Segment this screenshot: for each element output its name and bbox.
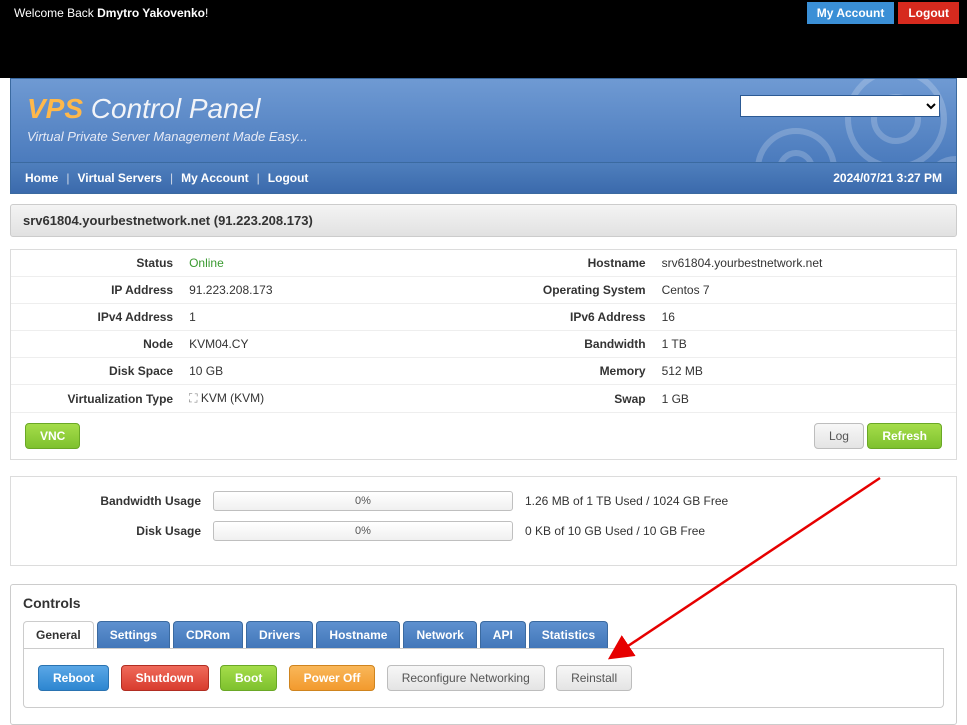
tab-body-general: Reboot Shutdown Boot Power Off Reconfigu… bbox=[23, 649, 944, 708]
value-ipv4: 1 bbox=[181, 304, 483, 331]
server-select-dropdown[interactable] bbox=[740, 95, 940, 117]
nav-sep: | bbox=[257, 171, 260, 185]
tab-network[interactable]: Network bbox=[403, 621, 476, 648]
label-ipv6: IPv6 Address bbox=[483, 304, 653, 331]
label-node: Node bbox=[11, 331, 181, 358]
reinstall-button[interactable]: Reinstall bbox=[556, 665, 632, 691]
value-bandwidth: 1 TB bbox=[654, 331, 956, 358]
navbar-links: Home | Virtual Servers | My Account | Lo… bbox=[25, 171, 308, 185]
action-row: VNC Log Refresh bbox=[11, 413, 956, 459]
tabs-bar: General Settings CDRom Drivers Hostname … bbox=[23, 621, 944, 649]
nav-my-account[interactable]: My Account bbox=[181, 171, 249, 185]
bandwidth-usage-percent: 0% bbox=[214, 492, 512, 510]
label-status: Status bbox=[11, 250, 181, 277]
reconfigure-networking-button[interactable]: Reconfigure Networking bbox=[387, 665, 545, 691]
usage-panel: Bandwidth Usage 0% 1.26 MB of 1 TB Used … bbox=[10, 476, 957, 566]
nav-logout[interactable]: Logout bbox=[268, 171, 309, 185]
user-name: Dmytro Yakovenko bbox=[97, 6, 205, 20]
datetime-display: 2024/07/21 3:27 PM bbox=[833, 171, 942, 185]
label-ipv4: IPv4 Address bbox=[11, 304, 181, 331]
tab-hostname[interactable]: Hostname bbox=[316, 621, 400, 648]
bandwidth-usage-bar: 0% bbox=[213, 491, 513, 511]
server-title-bar: srv61804.yourbestnetwork.net (91.223.208… bbox=[10, 204, 957, 237]
topbar-actions: My Account Logout bbox=[807, 2, 959, 24]
disk-usage-text: 0 KB of 10 GB Used / 10 GB Free bbox=[525, 524, 705, 538]
server-info-table: Status Online Hostname srv61804.yourbest… bbox=[11, 250, 956, 413]
label-hostname: Hostname bbox=[483, 250, 653, 277]
bandwidth-usage-label: Bandwidth Usage bbox=[21, 494, 201, 508]
title-vps: VPS bbox=[27, 93, 83, 124]
refresh-button[interactable]: Refresh bbox=[867, 423, 942, 449]
value-hostname: srv61804.yourbestnetwork.net bbox=[654, 250, 956, 277]
gear-decoration bbox=[666, 78, 957, 163]
value-virt-text: KVM (KVM) bbox=[201, 391, 264, 405]
label-bandwidth: Bandwidth bbox=[483, 331, 653, 358]
value-diskspace: 10 GB bbox=[181, 358, 483, 385]
bandwidth-usage-row: Bandwidth Usage 0% 1.26 MB of 1 TB Used … bbox=[21, 491, 946, 511]
tab-statistics[interactable]: Statistics bbox=[529, 621, 608, 648]
black-band bbox=[0, 26, 967, 78]
value-memory: 512 MB bbox=[654, 358, 956, 385]
value-virt: ⛶ KVM (KVM) bbox=[181, 385, 483, 413]
label-virt: Virtualization Type bbox=[11, 385, 181, 413]
tab-drivers[interactable]: Drivers bbox=[246, 621, 313, 648]
label-swap: Swap bbox=[483, 385, 653, 413]
nav-sep: | bbox=[66, 171, 69, 185]
label-os: Operating System bbox=[483, 277, 653, 304]
nav-sep: | bbox=[170, 171, 173, 185]
controls-panel: Controls General Settings CDRom Drivers … bbox=[10, 584, 957, 725]
boot-button[interactable]: Boot bbox=[220, 665, 277, 691]
shutdown-button[interactable]: Shutdown bbox=[121, 665, 209, 691]
exclaim: ! bbox=[205, 6, 208, 20]
value-node: KVM04.CY bbox=[181, 331, 483, 358]
value-ipv6: 16 bbox=[654, 304, 956, 331]
title-rest: Control Panel bbox=[83, 93, 260, 124]
tab-api[interactable]: API bbox=[480, 621, 526, 648]
nav-home[interactable]: Home bbox=[25, 171, 58, 185]
disk-usage-row: Disk Usage 0% 0 KB of 10 GB Used / 10 GB… bbox=[21, 521, 946, 541]
label-diskspace: Disk Space bbox=[11, 358, 181, 385]
label-ip: IP Address bbox=[11, 277, 181, 304]
topbar: Welcome Back Dmytro Yakovenko! My Accoun… bbox=[0, 0, 967, 26]
navbar: Home | Virtual Servers | My Account | Lo… bbox=[10, 163, 957, 194]
tab-cdrom[interactable]: CDRom bbox=[173, 621, 243, 648]
welcome-text: Welcome Back Dmytro Yakovenko! bbox=[8, 6, 208, 20]
value-status: Online bbox=[181, 250, 483, 277]
label-memory: Memory bbox=[483, 358, 653, 385]
bandwidth-usage-text: 1.26 MB of 1 TB Used / 1024 GB Free bbox=[525, 494, 728, 508]
my-account-button[interactable]: My Account bbox=[807, 2, 895, 24]
tab-general[interactable]: General bbox=[23, 621, 94, 648]
welcome-prefix: Welcome Back bbox=[14, 6, 97, 20]
disk-usage-bar: 0% bbox=[213, 521, 513, 541]
poweroff-button[interactable]: Power Off bbox=[289, 665, 376, 691]
vnc-button[interactable]: VNC bbox=[25, 423, 80, 449]
server-info-panel: Status Online Hostname srv61804.yourbest… bbox=[10, 249, 957, 460]
log-button[interactable]: Log bbox=[814, 423, 864, 449]
value-os: Centos 7 bbox=[654, 277, 956, 304]
value-swap: 1 GB bbox=[654, 385, 956, 413]
reboot-button[interactable]: Reboot bbox=[38, 665, 109, 691]
value-ip: 91.223.208.173 bbox=[181, 277, 483, 304]
tab-settings[interactable]: Settings bbox=[97, 621, 170, 648]
controls-title: Controls bbox=[23, 595, 944, 611]
disk-usage-percent: 0% bbox=[214, 522, 512, 540]
logout-button[interactable]: Logout bbox=[898, 2, 959, 24]
header-panel: VPS Control Panel Virtual Private Server… bbox=[10, 78, 957, 163]
nav-virtual-servers[interactable]: Virtual Servers bbox=[77, 171, 162, 185]
disk-usage-label: Disk Usage bbox=[21, 524, 201, 538]
